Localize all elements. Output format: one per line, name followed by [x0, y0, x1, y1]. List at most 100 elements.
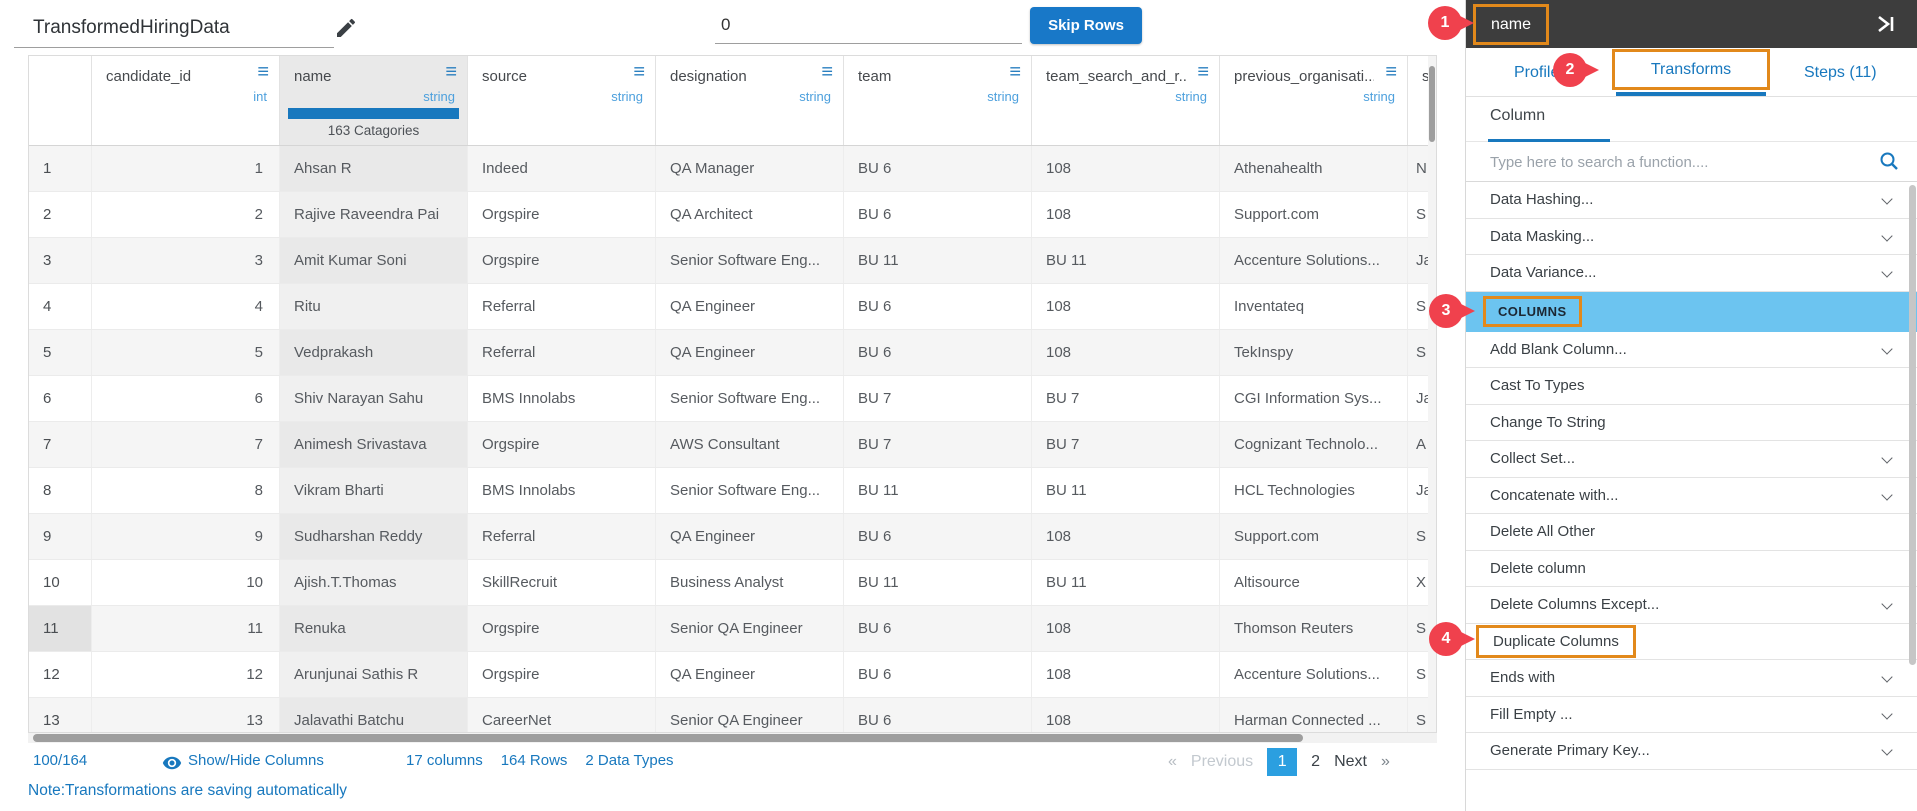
function-item-ends-with[interactable]: Ends with — [1466, 660, 1917, 697]
row-number[interactable]: 9 — [29, 514, 92, 559]
cell[interactable]: Animesh Srivastava — [280, 422, 468, 467]
cell[interactable]: Vedprakash — [280, 330, 468, 375]
cell[interactable]: Athenahealth — [1220, 146, 1408, 191]
cell[interactable]: BU 11 — [1032, 238, 1220, 283]
subtab-column[interactable]: Column — [1490, 107, 1545, 125]
cell[interactable]: QA Engineer — [656, 330, 844, 375]
function-item-concatenate-with[interactable]: Concatenate with... — [1466, 478, 1917, 514]
cell[interactable]: QA Manager — [656, 146, 844, 191]
cell[interactable]: 2 — [92, 192, 280, 237]
row-number[interactable]: 5 — [29, 330, 92, 375]
cell[interactable]: 10 — [92, 560, 280, 605]
cell[interactable]: Sudharshan Reddy — [280, 514, 468, 559]
cell[interactable]: Ritu — [280, 284, 468, 329]
function-item-change-to-string[interactable]: Change To String — [1466, 405, 1917, 441]
cell[interactable]: Senior Software Eng... — [656, 376, 844, 421]
column-header-s[interactable]: s — [1408, 56, 1430, 145]
function-item-collect-set[interactable]: Collect Set... — [1466, 441, 1917, 478]
cell[interactable]: HCL Technologies — [1220, 468, 1408, 513]
cell[interactable]: AWS Consultant — [656, 422, 844, 467]
column-menu-icon[interactable]: ≡ — [257, 62, 269, 82]
cell[interactable]: 5 — [92, 330, 280, 375]
cell[interactable]: 8 — [92, 468, 280, 513]
chevron-down-icon[interactable] — [1881, 342, 1893, 355]
row-number[interactable]: 6 — [29, 376, 92, 421]
cell[interactable]: Altisource — [1220, 560, 1408, 605]
cell[interactable]: Cognizant Technolo... — [1220, 422, 1408, 467]
chevron-down-icon[interactable] — [1881, 488, 1893, 501]
row-number[interactable]: 13 — [29, 698, 92, 732]
row-number[interactable]: 4 — [29, 284, 92, 329]
function-item-cast-to-types[interactable]: Cast To Types — [1466, 368, 1917, 405]
cell[interactable]: QA Architect — [656, 192, 844, 237]
cell[interactable]: 13 — [92, 698, 280, 732]
cell[interactable]: Ja — [1408, 376, 1430, 421]
function-item-delete-column[interactable]: Delete column — [1466, 551, 1917, 587]
cell[interactable]: BU 6 — [844, 192, 1032, 237]
column-header-team[interactable]: team ≡ string — [844, 56, 1032, 145]
cell[interactable]: 108 — [1032, 284, 1220, 329]
cell[interactable]: X — [1408, 560, 1430, 605]
cell[interactable]: Harman Connected ... — [1220, 698, 1408, 732]
cell[interactable]: S — [1408, 514, 1430, 559]
function-item-data-hashing[interactable]: Data Hashing... — [1466, 182, 1917, 219]
row-number[interactable]: 8 — [29, 468, 92, 513]
function-item-add-blank-column[interactable]: Add Blank Column... — [1466, 332, 1917, 368]
chevron-down-icon[interactable] — [1881, 744, 1893, 756]
cell[interactable]: S — [1408, 606, 1430, 651]
cell[interactable]: BMS Innolabs — [468, 468, 656, 513]
row-number[interactable]: 2 — [29, 192, 92, 237]
cell[interactable]: BU 6 — [844, 284, 1032, 329]
cell[interactable]: QA Engineer — [656, 284, 844, 329]
cell[interactable]: BU 6 — [844, 146, 1032, 191]
cell[interactable]: 108 — [1032, 606, 1220, 651]
cell[interactable]: BU 6 — [844, 606, 1032, 651]
cell[interactable]: N — [1408, 146, 1430, 191]
row-number[interactable]: 1 — [29, 146, 92, 191]
page-2-button[interactable]: 2 — [1311, 753, 1320, 771]
cell[interactable]: 11 — [92, 606, 280, 651]
cell[interactable]: 108 — [1032, 698, 1220, 732]
previous-page-button[interactable]: Previous — [1191, 753, 1253, 771]
panel-scrollbar-thumb[interactable] — [1909, 185, 1916, 665]
cell[interactable]: 108 — [1032, 330, 1220, 375]
last-page-button[interactable]: » — [1381, 753, 1390, 771]
cell[interactable]: A — [1408, 422, 1430, 467]
chevron-down-icon[interactable] — [1881, 671, 1893, 683]
cell[interactable]: Indeed — [468, 146, 656, 191]
cell[interactable]: Support.com — [1220, 514, 1408, 559]
cell[interactable]: S — [1408, 192, 1430, 237]
next-page-button[interactable]: Next — [1334, 753, 1367, 771]
chevron-down-icon[interactable] — [1881, 707, 1893, 720]
cell[interactable]: Shiv Narayan Sahu — [280, 376, 468, 421]
row-number[interactable]: 11 — [29, 606, 92, 651]
function-item-fill-empty[interactable]: Fill Empty ... — [1466, 697, 1917, 733]
cell[interactable]: SkillRecruit — [468, 560, 656, 605]
cell[interactable]: S — [1408, 330, 1430, 375]
column-menu-icon[interactable]: ≡ — [445, 62, 457, 82]
skip-rows-button[interactable]: Skip Rows — [1030, 7, 1142, 44]
cell[interactable]: CGI Information Sys... — [1220, 376, 1408, 421]
cell[interactable]: Jalavathi Batchu — [280, 698, 468, 732]
dataset-title-input[interactable] — [14, 8, 334, 48]
first-page-button[interactable]: « — [1168, 753, 1177, 771]
cell[interactable]: BU 6 — [844, 330, 1032, 375]
cell[interactable]: 4 — [92, 284, 280, 329]
column-header-team-search-and-r-[interactable]: team_search_and_r... ≡ string — [1032, 56, 1220, 145]
cell[interactable]: Senior QA Engineer — [656, 606, 844, 651]
column-menu-icon[interactable]: ≡ — [1385, 62, 1397, 82]
column-header-source[interactable]: source ≡ string — [468, 56, 656, 145]
cell[interactable]: Vikram Bharti — [280, 468, 468, 513]
column-menu-icon[interactable]: ≡ — [633, 62, 645, 82]
cell[interactable]: 108 — [1032, 192, 1220, 237]
cell[interactable]: Orgspire — [468, 192, 656, 237]
function-item-delete-columns-except[interactable]: Delete Columns Except... — [1466, 587, 1917, 624]
row-number[interactable]: 3 — [29, 238, 92, 283]
cell[interactable]: S — [1408, 284, 1430, 329]
cell[interactable]: Referral — [468, 514, 656, 559]
chevron-down-icon[interactable] — [1881, 452, 1893, 464]
cell[interactable]: Orgspire — [468, 652, 656, 697]
cell[interactable]: 12 — [92, 652, 280, 697]
table-vertical-scrollbar-thumb[interactable] — [1429, 66, 1435, 142]
table-horizontal-scrollbar-thumb[interactable] — [33, 734, 1303, 742]
